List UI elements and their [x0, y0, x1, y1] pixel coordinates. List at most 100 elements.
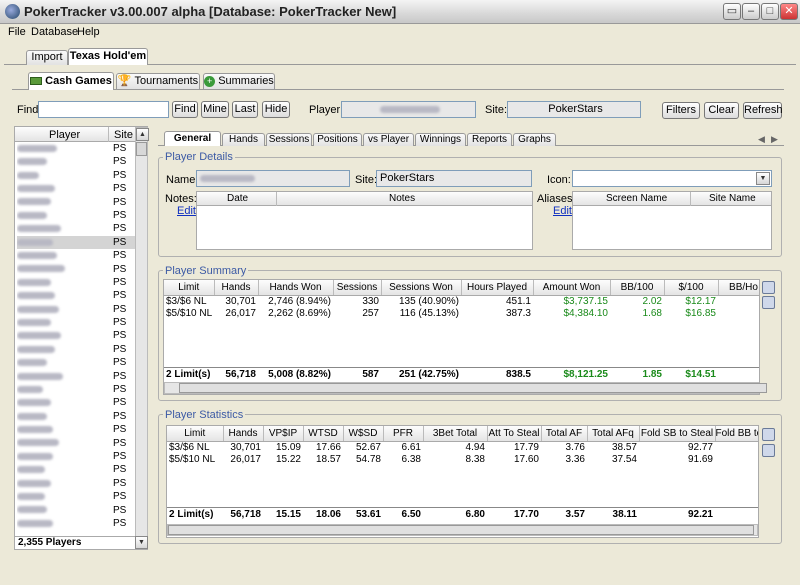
player_summary-col-header[interactable]: BB/100 — [610, 280, 665, 296]
find-input[interactable] — [38, 101, 169, 118]
player_stats-col-header[interactable]: Limit — [167, 426, 224, 442]
player-list-item[interactable]: PS — [17, 329, 135, 342]
player-list-item[interactable]: PS — [17, 276, 135, 289]
player_stats-col-header[interactable]: Hands — [223, 426, 264, 442]
player_stats-col-header[interactable]: Total AF — [541, 426, 588, 442]
player-list-item[interactable]: PS — [17, 316, 135, 329]
notes-edit-link[interactable]: Edit — [177, 205, 196, 217]
player-list-item[interactable]: PS — [17, 463, 135, 476]
stats-scroll-thumb[interactable] — [168, 525, 754, 535]
subtab-vs-player[interactable]: vs Player — [363, 133, 414, 146]
alias-site-name-header[interactable]: Site Name — [709, 193, 756, 204]
player-list-item[interactable]: PS — [17, 490, 135, 503]
player-list-item[interactable]: PS — [17, 517, 135, 530]
player-list-item[interactable]: PS — [17, 209, 135, 222]
subtab-graphs[interactable]: Graphs — [513, 133, 556, 146]
stats-chart-icon[interactable] — [762, 428, 775, 441]
menu-help[interactable]: Help — [77, 26, 100, 38]
player_stats-col-header[interactable]: Total AFq — [587, 426, 640, 442]
player_summary-col-header[interactable]: Amount Won — [533, 280, 611, 296]
player-list-item[interactable]: PS — [17, 437, 135, 450]
player-column-header[interactable]: Player — [49, 129, 80, 141]
subtab-sessions[interactable]: Sessions — [266, 133, 312, 146]
player-list-item[interactable]: PS — [17, 423, 135, 436]
player_stats-col-header[interactable]: PFR — [383, 426, 424, 442]
subtab-positions[interactable]: Positions — [313, 133, 362, 146]
player_summary-col-header[interactable]: Sessions — [333, 280, 382, 296]
player-list-scrollbar[interactable]: ▲ ▼ — [135, 127, 149, 549]
player-list-item[interactable]: PS — [17, 222, 135, 235]
player_summary-col-header[interactable]: Hours Played — [461, 280, 534, 296]
player-list-item[interactable]: PS — [17, 477, 135, 490]
player-list-item[interactable]: PS — [17, 410, 135, 423]
maximize-button[interactable]: □ — [761, 3, 779, 20]
player_stats-row[interactable]: $3/$6 NL 30,701 15.09 17.66 52.67 6.61 4.94 17.… — [167, 441, 758, 453]
notes-notes-header[interactable]: Notes — [389, 193, 415, 204]
player-list-item[interactable]: PS — [17, 303, 135, 316]
player_stats-col-header[interactable]: Fold BB to St — [715, 426, 758, 442]
player-list-item[interactable]: PS — [17, 289, 135, 302]
scroll-up-icon[interactable]: ▲ — [136, 128, 149, 141]
minimize-button[interactable]: – — [742, 3, 760, 20]
tab-scroll-right-icon[interactable]: ▶ — [771, 134, 778, 145]
summary-hscrollbar[interactable] — [164, 382, 767, 394]
scroll-down-icon[interactable]: ▼ — [135, 536, 148, 549]
player_summary-col-header[interactable]: Hands Won — [258, 280, 334, 296]
player-list-item[interactable]: PS — [17, 235, 135, 250]
tab-summaries[interactable]: + Summaries — [203, 73, 275, 89]
subtab-reports[interactable]: Reports — [467, 133, 512, 146]
grid-icon[interactable] — [762, 296, 775, 309]
tab-tournaments[interactable]: 🏆 Tournaments — [116, 73, 200, 89]
player_summary-col-header[interactable]: Sessions Won — [381, 280, 462, 296]
player-list-item[interactable]: PS — [17, 450, 135, 463]
player-list-item[interactable]: PS — [17, 343, 135, 356]
player_summary-col-header[interactable]: Limit — [164, 280, 215, 296]
site-column-header[interactable]: Site — [114, 129, 133, 141]
menu-file[interactable]: File — [8, 26, 26, 38]
player_stats-col-header[interactable]: Fold SB to Steal — [639, 426, 716, 442]
notes-date-header[interactable]: Date — [227, 193, 248, 204]
player-list-item[interactable]: PS — [17, 370, 135, 383]
player-list-item[interactable]: PS — [17, 396, 135, 409]
summary-scroll-thumb[interactable] — [179, 383, 767, 393]
subtab-winnings[interactable]: Winnings — [415, 133, 466, 146]
tab-cash-games[interactable]: Cash Games — [28, 72, 114, 90]
refresh-button[interactable]: Refresh — [743, 102, 783, 119]
player-list-item[interactable]: PS — [17, 263, 135, 276]
icon-select[interactable]: ▼ — [572, 170, 772, 187]
subtab-hands[interactable]: Hands — [222, 133, 265, 146]
last-button[interactable]: Last — [232, 101, 258, 118]
stats-hscrollbar[interactable] — [167, 524, 758, 536]
player-list-item[interactable]: PS — [17, 249, 135, 262]
alias-screen-name-header[interactable]: Screen Name — [606, 193, 667, 204]
player_stats-col-header[interactable]: VP$IP — [263, 426, 304, 442]
player_summary-col-header[interactable]: $/100 — [664, 280, 719, 296]
chart-icon[interactable] — [762, 281, 775, 294]
hide-button[interactable]: Hide — [262, 101, 290, 118]
filters-button[interactable]: Filters — [662, 102, 700, 119]
player_stats-col-header[interactable]: Att To Steal — [487, 426, 542, 442]
subtab-general[interactable]: General — [164, 131, 221, 146]
player-list-item[interactable]: PS — [17, 182, 135, 195]
mine-button[interactable]: Mine — [201, 101, 229, 118]
player-list-item[interactable]: PS — [17, 504, 135, 517]
player-list-item[interactable]: PS — [17, 142, 135, 155]
tab-import[interactable]: Import — [26, 50, 68, 65]
tab-texas-holdem[interactable]: Texas Hold'em — [68, 48, 148, 65]
clear-button[interactable]: Clear — [704, 102, 739, 119]
player-list-item[interactable]: PS — [17, 169, 135, 182]
tab-scroll-left-icon[interactable]: ◀ — [758, 134, 765, 145]
scroll-thumb[interactable] — [136, 142, 147, 156]
player_summary-row[interactable]: $3/$6 NL 30,701 2,746 (8.94%) 330 135 (40.90… — [164, 295, 759, 307]
player_stats-col-header[interactable]: WTSD — [303, 426, 344, 442]
player_summary-row[interactable]: $5/$10 NL 26,017 2,262 (8.69%) 257 116 (45.1… — [164, 307, 759, 319]
player_stats-col-header[interactable]: W$SD — [343, 426, 384, 442]
stats-grid-icon[interactable] — [762, 444, 775, 457]
player_summary-col-header[interactable]: Hands — [214, 280, 259, 296]
help-window-icon[interactable]: ▭ — [723, 3, 741, 20]
player-list-item[interactable]: PS — [17, 196, 135, 209]
player_stats-row[interactable]: $5/$10 NL 26,017 15.22 18.57 54.78 6.38 8.38 17… — [167, 453, 758, 465]
player_summary-col-header[interactable]: BB/Ho — [718, 280, 759, 296]
player_stats-col-header[interactable]: 3Bet Total — [423, 426, 488, 442]
player-list-item[interactable]: PS — [17, 356, 135, 369]
